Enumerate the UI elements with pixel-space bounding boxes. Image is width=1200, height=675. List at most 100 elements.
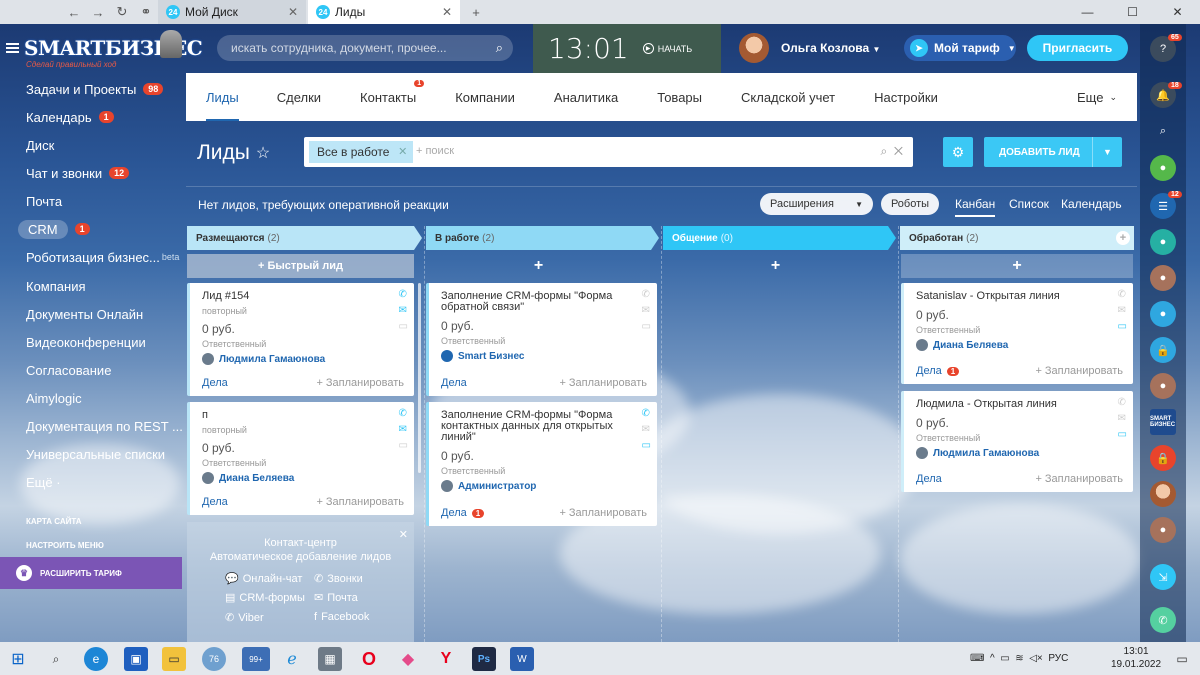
lead-card[interactable]: Satanislav - Открытая линия 0 руб. Ответ… <box>901 283 1133 384</box>
sidebar-item-aimylogic[interactable]: Aimylogic <box>26 388 82 408</box>
forward-icon[interactable]: → <box>86 0 110 24</box>
wifi-icon[interactable]: ≋ <box>1015 653 1023 664</box>
sidebar-item-crm[interactable]: CRM 1 <box>18 219 90 239</box>
sidebar-item-documents[interactable]: Документы Онлайн <box>26 304 143 324</box>
activities-link[interactable]: Дела <box>202 377 228 389</box>
cc-mail[interactable]: ✉ Почта <box>314 591 358 605</box>
tab-warehouse[interactable]: Складской учет <box>741 73 835 121</box>
close-icon[interactable]: ✕ <box>442 5 452 19</box>
app-icon[interactable]: ◆ <box>396 647 420 671</box>
phone-icon[interactable]: ✆ <box>1118 397 1127 408</box>
yandex-icon[interactable]: Y <box>434 647 458 671</box>
back-icon[interactable]: ← <box>62 0 86 24</box>
chevron-up-icon[interactable]: ^ <box>990 653 995 664</box>
lead-card[interactable]: Людмила - Открытая линия 0 руб. Ответств… <box>901 391 1133 492</box>
lead-card[interactable]: п повторный 0 руб. Ответственный Диана Б… <box>187 402 414 515</box>
quick-lead-button[interactable]: + Быстрый лид <box>187 254 414 278</box>
close-icon[interactable]: ✕ <box>288 5 298 19</box>
activities-link[interactable]: Дела 1 <box>916 365 960 377</box>
volume-icon[interactable]: ◁× <box>1029 653 1043 664</box>
cc-online-chat[interactable]: 💬 Онлайн-чат <box>225 572 302 586</box>
mail-icon[interactable]: ✉ <box>399 424 408 435</box>
activities-link[interactable]: Дела 1 <box>441 507 485 519</box>
lead-card[interactable]: Заполнение CRM-формы "Форма обратной свя… <box>426 283 657 396</box>
start-workday-button[interactable]: ▶ НАЧАТЬ <box>642 43 692 54</box>
global-search-input[interactable]: искать сотрудника, документ, прочее... ⌕ <box>217 35 513 61</box>
view-kanban[interactable]: Канбан <box>955 197 996 217</box>
filter-search[interactable]: Все в работе ✕ + поиск ⌕ ✕ <box>304 137 913 167</box>
cc-crm-forms[interactable]: ▤ CRM-формы <box>225 591 305 605</box>
column-header[interactable]: Обработан (2) + <box>900 226 1134 250</box>
tab-companies[interactable]: Компании <box>455 73 515 121</box>
lead-card[interactable]: Заполнение CRM-формы "Форма контактных д… <box>426 402 657 526</box>
contact-avatar-icon[interactable]: ● <box>1150 373 1176 399</box>
close-icon[interactable]: ✕ <box>398 141 407 163</box>
calculator-icon[interactable]: ▦ <box>318 647 342 671</box>
robots-button[interactable]: Роботы <box>881 193 939 215</box>
sidebar-item-more[interactable]: Ещё · <box>26 472 61 492</box>
mail-icon[interactable]: ✉ <box>642 424 651 435</box>
sidebar-item-company[interactable]: Компания <box>26 276 86 296</box>
ie-icon[interactable]: ℯ <box>280 647 304 671</box>
phone-icon[interactable]: ✆ <box>642 408 651 419</box>
plan-link[interactable]: + Запланировать <box>1035 473 1123 485</box>
group-icon[interactable]: ● <box>1150 229 1176 255</box>
add-card-button[interactable]: + <box>901 254 1133 278</box>
plan-link[interactable]: + Запланировать <box>559 507 647 519</box>
plan-link[interactable]: + Запланировать <box>316 377 404 389</box>
chat-icon[interactable]: ▭ <box>642 321 651 332</box>
tab-more[interactable]: Еще ⌄ <box>1077 73 1117 121</box>
lock-icon[interactable]: 🔒 <box>1150 337 1176 363</box>
chat-icon[interactable]: ▭ <box>399 440 408 451</box>
keyboard-icon[interactable]: ⌨ <box>970 653 984 664</box>
mail-icon[interactable]: ✉ <box>399 305 408 316</box>
lock-icon[interactable]: 🔒 <box>1150 445 1176 471</box>
gear-icon[interactable]: ⚙ <box>943 137 973 167</box>
column-header[interactable]: В работе (2) <box>426 226 659 250</box>
sidebar-item-calendar[interactable]: Календарь 1 <box>26 107 114 127</box>
avatar[interactable] <box>739 33 769 63</box>
phone-icon[interactable]: ✆ <box>399 408 408 419</box>
contact-icon[interactable]: ● <box>1150 155 1176 181</box>
cc-viber[interactable]: ✆ Viber <box>225 611 264 625</box>
tab-leads[interactable]: Лиды <box>206 73 239 121</box>
close-icon[interactable]: ✕ <box>894 144 903 158</box>
scrollbar[interactable] <box>418 283 421 473</box>
activities-link[interactable]: Дела <box>202 496 228 508</box>
mail-icon[interactable]: ✉ <box>1118 413 1127 424</box>
plan-link[interactable]: + Запланировать <box>316 496 404 508</box>
tab-settings[interactable]: Настройки <box>874 73 938 121</box>
responsible-person[interactable]: Диана Беляева <box>202 472 404 484</box>
column-header[interactable]: Общение (0) <box>663 226 896 250</box>
new-tab-button[interactable]: + <box>464 0 488 24</box>
tab-analytics[interactable]: Аналитика <box>554 73 618 121</box>
user-icon[interactable]: ● <box>1150 301 1176 327</box>
mail-icon[interactable]: ✉ <box>1118 305 1127 316</box>
cc-facebook[interactable]: f Facebook <box>314 611 369 623</box>
phone-icon[interactable]: ✆ <box>1150 607 1176 633</box>
add-card-button[interactable]: + <box>426 254 651 278</box>
minimize-icon[interactable]: — <box>1065 0 1110 24</box>
plan-link[interactable]: + Запланировать <box>559 377 647 389</box>
responsible-person[interactable]: Диана Беляева <box>916 339 1123 351</box>
sidebar-item-chat[interactable]: Чат и звонки 12 <box>26 163 130 183</box>
contact-avatar-icon[interactable] <box>1150 481 1176 507</box>
search-icon[interactable]: ⌕ <box>1150 118 1176 144</box>
sidebar-item-rest-docs[interactable]: Документация по REST ... <box>26 416 183 436</box>
search-icon[interactable]: ⌕ <box>44 647 68 671</box>
responsible-person[interactable]: Smart Бизнес <box>441 350 647 362</box>
user-menu[interactable]: Ольга Козлова ▼ <box>781 41 880 55</box>
contact-avatar-icon[interactable]: ● <box>1150 517 1176 543</box>
activities-link[interactable]: Дела <box>916 473 942 485</box>
cc-calls[interactable]: ✆ Звонки <box>314 572 363 586</box>
system-clock[interactable]: 13:01 19.01.2022 <box>1111 645 1161 671</box>
sidebar-item-lists[interactable]: Универсальные списки <box>26 444 165 464</box>
upgrade-tariff-button[interactable]: ♛ РАСШИРИТЬ ТАРИФ <box>0 557 182 589</box>
sidebar-item-robotization[interactable]: Роботизация бизнес... beta <box>26 247 179 267</box>
photoshop-icon[interactable]: Ps <box>472 647 496 671</box>
lead-card[interactable]: Лид #154 повторный 0 руб. Ответственный … <box>187 283 414 396</box>
browser-tab-disk[interactable]: 24 Мой Диск ✕ <box>158 0 306 24</box>
reload-icon[interactable]: ↻ <box>110 0 134 24</box>
filter-chip[interactable]: Все в работе ✕ <box>309 141 414 163</box>
add-lead-button[interactable]: ДОБАВИТЬ ЛИД ▼ <box>984 137 1122 167</box>
